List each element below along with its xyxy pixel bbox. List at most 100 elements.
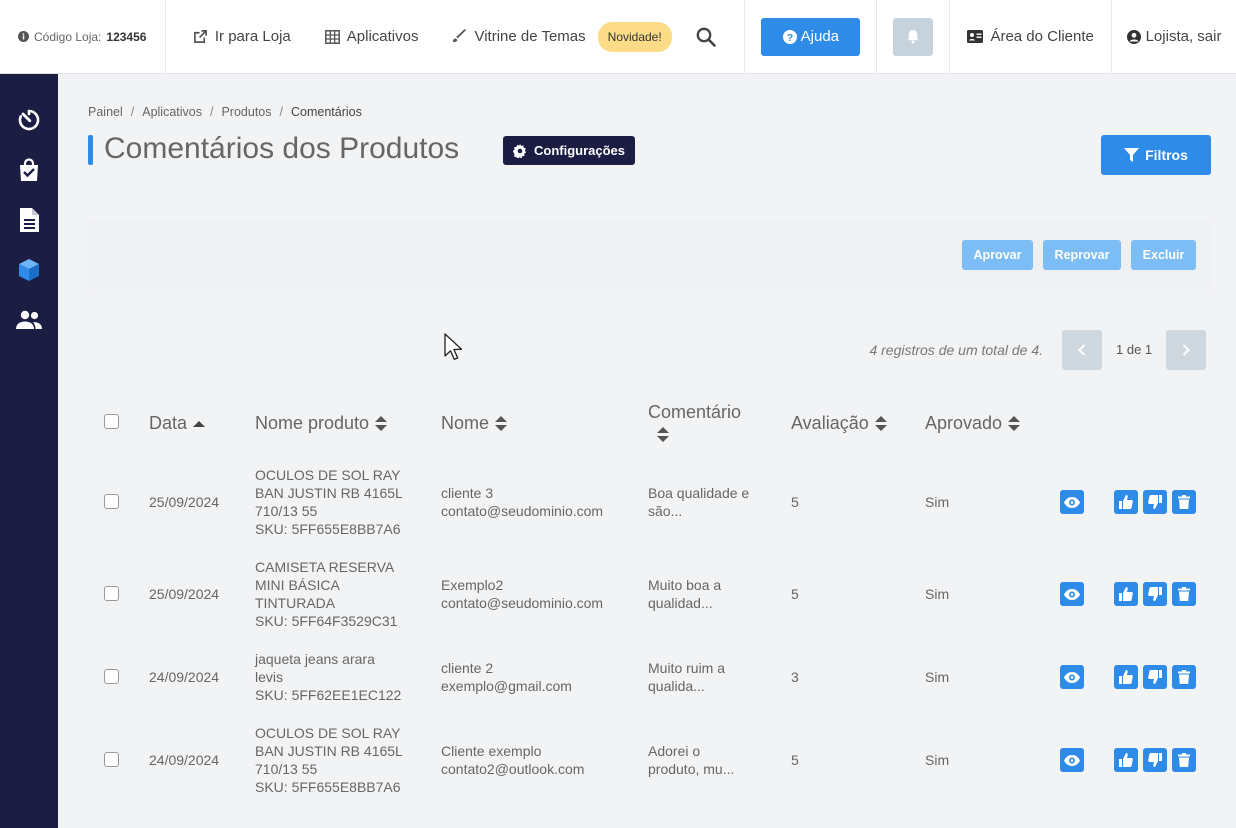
row-customer-name: cliente 3: [441, 485, 494, 501]
client-area-label: Área do Cliente: [990, 28, 1094, 45]
column-header-approved-label: Aprovado: [925, 413, 1003, 433]
eye-icon: [1064, 671, 1080, 683]
sort-icon: [375, 416, 388, 431]
themes-link[interactable]: Vitrine de Temas: [452, 28, 586, 45]
document-icon: [19, 208, 39, 232]
top-nav: Ir para Loja Aplicativos Vitrine de Tema…: [166, 0, 746, 74]
previous-page-button[interactable]: [1062, 330, 1102, 370]
column-header-date[interactable]: Data: [149, 413, 206, 434]
sidebar-item-orders[interactable]: [16, 157, 42, 183]
reject-row-button[interactable]: [1143, 665, 1167, 689]
chevron-left-icon: [1078, 344, 1086, 356]
reject-button[interactable]: Reprovar: [1043, 240, 1121, 270]
sort-icon: [874, 416, 887, 431]
filters-button[interactable]: Filtros: [1101, 135, 1211, 175]
view-button[interactable]: [1060, 490, 1084, 514]
sidebar-item-content[interactable]: [16, 207, 42, 233]
view-button[interactable]: [1060, 748, 1084, 772]
user-circle-icon: [1126, 29, 1141, 44]
settings-button[interactable]: Configurações: [503, 136, 636, 165]
approve-row-button[interactable]: [1114, 582, 1138, 606]
thumbs-up-icon: [1119, 753, 1133, 767]
sidebar-item-dashboard[interactable]: [16, 107, 42, 133]
row-approved: Sim: [925, 494, 950, 510]
sidebar: [0, 74, 58, 828]
bell-icon: [907, 29, 919, 44]
settings-label: Configurações: [534, 143, 626, 158]
column-header-rating-label: Avaliação: [791, 413, 869, 433]
delete-row-button[interactable]: [1172, 665, 1196, 689]
approve-row-button[interactable]: [1114, 665, 1138, 689]
approve-button[interactable]: Aprovar: [962, 240, 1033, 270]
trash-icon: [1178, 753, 1190, 767]
row-approved: Sim: [925, 752, 950, 768]
go-to-store-link[interactable]: Ir para Loja: [193, 28, 291, 45]
row-product: OCULOS DE SOL RAY BAN JUSTIN RB 4165L 71…: [255, 724, 403, 796]
column-header-name[interactable]: Nome: [441, 413, 508, 434]
dashboard-gauge-icon: [18, 109, 40, 131]
column-header-rating[interactable]: Avaliação: [791, 413, 887, 434]
view-button[interactable]: [1060, 582, 1084, 606]
row-checkbox[interactable]: [104, 494, 119, 509]
row-approved: Sim: [925, 669, 950, 685]
breadcrumb-item-panel[interactable]: Painel: [88, 105, 123, 119]
row-customer: cliente 2 exemplo@gmail.com: [441, 659, 572, 695]
approve-row-button[interactable]: [1114, 490, 1138, 514]
apps-link[interactable]: Aplicativos: [324, 28, 419, 45]
delete-row-button[interactable]: [1172, 490, 1196, 514]
row-product-line: jaqueta jeans arara: [255, 651, 375, 667]
delete-row-button[interactable]: [1172, 582, 1196, 606]
row-product: CAMISETA RESERVA MINI BÁSICA TINTURADA S…: [255, 558, 397, 630]
reject-row-button[interactable]: [1143, 490, 1167, 514]
row-customer-email: contato2@outlook.com: [441, 761, 585, 777]
thumbs-down-icon: [1148, 670, 1162, 684]
sidebar-item-customers[interactable]: [16, 307, 42, 333]
row-customer-email: contato@seudominio.com: [441, 595, 604, 611]
row-customer-email: exemplo@gmail.com: [441, 678, 572, 694]
row-comment-line: Muito ruim a: [648, 660, 726, 676]
svg-text:?: ?: [787, 33, 793, 44]
trash-icon: [1178, 495, 1190, 509]
row-customer-email: contato@seudominio.com: [441, 503, 604, 519]
reject-row-button[interactable]: [1143, 748, 1167, 772]
row-approved: Sim: [925, 586, 950, 602]
column-header-comment[interactable]: Comentário: [648, 402, 741, 443]
approve-row-button[interactable]: [1114, 748, 1138, 772]
row-product-sku: SKU: 5FF655E8BB7A6: [255, 521, 401, 537]
search-button[interactable]: [696, 27, 716, 47]
column-header-name-label: Nome: [441, 413, 490, 433]
row-comment-line: Boa qualidade e: [648, 485, 750, 501]
trash-icon: [1178, 587, 1190, 601]
delete-button[interactable]: Excluir: [1131, 240, 1196, 270]
row-product-line: levis: [255, 669, 284, 685]
row-checkbox[interactable]: [104, 669, 119, 684]
id-card-icon: [967, 30, 984, 43]
help-button[interactable]: ? Ajuda: [761, 17, 861, 56]
row-customer-name: Cliente exemplo: [441, 743, 542, 759]
view-button[interactable]: [1060, 665, 1084, 689]
breadcrumb-item-apps[interactable]: Aplicativos: [142, 105, 202, 119]
row-checkbox[interactable]: [104, 586, 119, 601]
logout-label: Lojista, sair: [1145, 28, 1222, 45]
breadcrumb: Painel / Aplicativos / Produtos / Coment…: [88, 105, 362, 119]
select-all-checkbox[interactable]: [104, 414, 119, 429]
row-product-line: CAMISETA RESERVA: [255, 559, 395, 575]
row-product-line: MINI BÁSICA: [255, 577, 340, 593]
client-area-link[interactable]: Área do Cliente: [950, 0, 1113, 74]
row-date: 24/09/2024: [149, 752, 220, 768]
column-header-product[interactable]: Nome produto: [255, 413, 388, 434]
sidebar-item-products[interactable]: [16, 257, 42, 283]
apps-label: Aplicativos: [346, 28, 419, 45]
delete-row-button[interactable]: [1172, 748, 1196, 772]
column-header-approved[interactable]: Aprovado: [925, 413, 1021, 434]
row-checkbox[interactable]: [104, 752, 119, 767]
sort-ascending-icon: [193, 420, 206, 427]
filter-icon: [1124, 148, 1140, 162]
breadcrumb-separator: /: [209, 105, 214, 119]
reject-row-button[interactable]: [1143, 582, 1167, 606]
go-to-store-label: Ir para Loja: [214, 28, 291, 45]
next-page-button[interactable]: [1166, 330, 1206, 370]
notifications-button[interactable]: [893, 17, 934, 56]
breadcrumb-item-products[interactable]: Produtos: [221, 105, 271, 119]
logout-link[interactable]: Lojista, sair: [1112, 0, 1236, 74]
